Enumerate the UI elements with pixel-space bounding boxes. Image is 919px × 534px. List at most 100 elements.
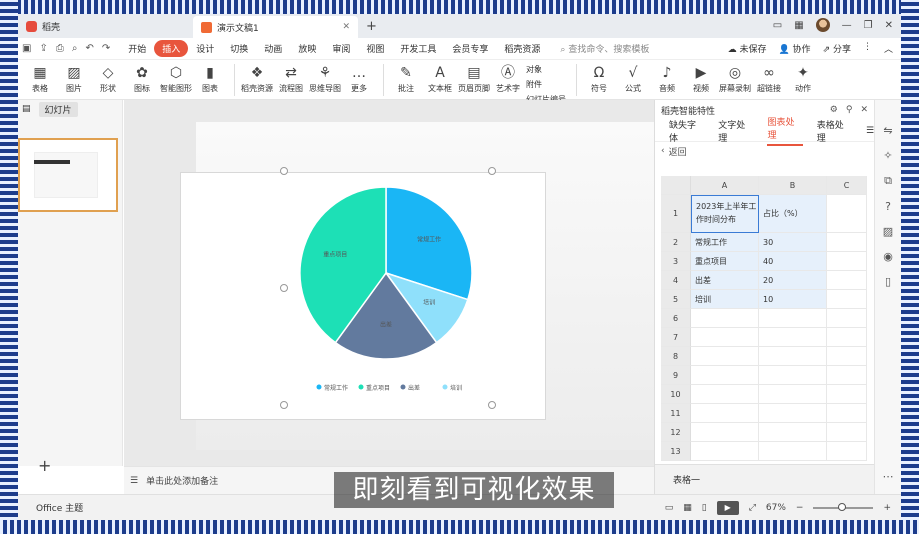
column-header[interactable]: A bbox=[691, 176, 759, 195]
close-window-icon[interactable]: ✕ bbox=[885, 20, 893, 31]
print-icon[interactable]: ⎙ bbox=[56, 43, 64, 54]
cell-b[interactable]: 占比（%） bbox=[759, 195, 827, 233]
close-tab-icon[interactable]: ✕ bbox=[342, 22, 350, 32]
cell-a[interactable]: 常规工作 bbox=[691, 233, 759, 252]
ribbon-button-more[interactable]: … 更多 bbox=[343, 60, 375, 94]
data-sheet[interactable]: A B C 1 2023年上半年工作时间分布 占比（%） 2 常规工作 30 3 重点项目 40 4 出差… bbox=[661, 176, 875, 461]
row-header[interactable]: 2 bbox=[661, 233, 691, 252]
zoom-in-icon[interactable]: + bbox=[883, 503, 891, 513]
animation-icon[interactable]: ✧ bbox=[883, 149, 892, 162]
menu-icon[interactable]: ☰ bbox=[866, 126, 874, 136]
cell-b[interactable]: 40 bbox=[759, 252, 827, 271]
resize-handle[interactable] bbox=[488, 167, 496, 175]
export-icon[interactable]: ⇪ bbox=[39, 43, 47, 54]
minimize-icon[interactable]: — bbox=[842, 20, 852, 31]
resize-handle[interactable] bbox=[280, 401, 288, 409]
cell-c[interactable] bbox=[827, 252, 867, 271]
ribbon-button-comment[interactable]: ✎ 批注 bbox=[390, 60, 422, 94]
cell-a[interactable] bbox=[691, 347, 759, 366]
unsaved-status[interactable]: ☁ 未保存 bbox=[728, 42, 767, 55]
ribbon-button-textbox[interactable]: A 文本框 bbox=[424, 60, 456, 94]
cell-b[interactable]: 20 bbox=[759, 271, 827, 290]
ribbon-button-action[interactable]: ✦ 动作 bbox=[787, 60, 819, 94]
cell-c[interactable] bbox=[827, 385, 867, 404]
redo-icon[interactable]: ↷ bbox=[102, 43, 110, 54]
cell-a[interactable] bbox=[691, 442, 759, 461]
cell-a[interactable]: 2023年上半年工作时间分布 bbox=[691, 195, 759, 233]
resize-handle[interactable] bbox=[488, 401, 496, 409]
cell-c[interactable] bbox=[827, 328, 867, 347]
cell-c[interactable] bbox=[827, 442, 867, 461]
menu-design[interactable]: 设计 bbox=[188, 40, 222, 57]
menu-animation[interactable]: 动画 bbox=[256, 40, 290, 57]
add-slide-button[interactable]: + bbox=[38, 456, 51, 475]
cell-b[interactable] bbox=[759, 309, 827, 328]
ribbon-button-formula[interactable]: √ 公式 bbox=[617, 60, 649, 94]
book-icon[interactable]: ▯ bbox=[885, 275, 891, 288]
cell-b[interactable] bbox=[759, 423, 827, 442]
tab-slides[interactable]: 幻灯片 bbox=[38, 101, 78, 117]
properties-icon[interactable]: ⇋ bbox=[883, 124, 892, 137]
row-header[interactable]: 6 bbox=[661, 309, 691, 328]
back-link[interactable]: ‹ 返回 bbox=[655, 142, 874, 160]
theme-label[interactable]: Office 主题 bbox=[36, 501, 83, 514]
cell-a[interactable] bbox=[691, 309, 759, 328]
row-header[interactable]: 11 bbox=[661, 404, 691, 423]
row-header[interactable]: 9 bbox=[661, 366, 691, 385]
more-menu-icon[interactable]: ⋮ bbox=[863, 42, 872, 55]
transition-icon[interactable]: ⧉ bbox=[884, 174, 892, 188]
zoom-knob[interactable] bbox=[837, 502, 846, 511]
menu-home[interactable]: 开始 bbox=[120, 40, 154, 57]
sheet-tab[interactable]: 表格一 bbox=[673, 473, 700, 486]
ribbon-button-chart[interactable]: ▮ 图表 bbox=[194, 60, 226, 94]
cell-a[interactable]: 重点项目 bbox=[691, 252, 759, 271]
cell-b[interactable] bbox=[759, 404, 827, 423]
menu-transition[interactable]: 切换 bbox=[222, 40, 256, 57]
more-rail-icon[interactable]: ⋯ bbox=[883, 470, 894, 483]
ribbon-button-icons[interactable]: ✿ 图标 bbox=[126, 60, 158, 94]
cell-c[interactable] bbox=[827, 195, 867, 233]
cell-a[interactable]: 培训 bbox=[691, 290, 759, 309]
chart-object[interactable]: 常规工作 培训 出差 重点项目 常规工作 重点项目 出差 培训 bbox=[180, 172, 546, 420]
restore-icon[interactable]: ❐ bbox=[864, 20, 873, 31]
normal-view-icon[interactable]: ▭ bbox=[665, 503, 674, 513]
avatar[interactable] bbox=[815, 18, 830, 32]
column-header[interactable]: C bbox=[827, 176, 867, 195]
ribbon-button-shape[interactable]: ◇ 形状 bbox=[92, 60, 124, 94]
ribbon-button-mindmap[interactable]: ⚘ 思维导图 bbox=[309, 60, 341, 94]
ribbon-button-flowchart[interactable]: ⇄ 流程图 bbox=[275, 60, 307, 94]
cell-b[interactable] bbox=[759, 328, 827, 347]
ribbon-button-table[interactable]: ▦ 表格 bbox=[24, 60, 56, 94]
tab-text-processing[interactable]: 文字处理 bbox=[718, 118, 753, 144]
ribbon-button-audio[interactable]: ♪ 音频 bbox=[651, 60, 683, 94]
search-box[interactable]: ⌕ 查找命令、搜索模板 bbox=[560, 42, 649, 55]
zoom-slider[interactable] bbox=[813, 502, 874, 511]
column-header[interactable]: B bbox=[759, 176, 827, 195]
cell-b[interactable]: 30 bbox=[759, 233, 827, 252]
new-tab-button[interactable]: + bbox=[366, 19, 377, 34]
ribbon-button-image[interactable]: ▨ 图片 bbox=[58, 60, 90, 94]
row-header[interactable]: 7 bbox=[661, 328, 691, 347]
cell-c[interactable] bbox=[827, 290, 867, 309]
row-header[interactable]: 12 bbox=[661, 423, 691, 442]
cell-c[interactable] bbox=[827, 271, 867, 290]
ribbon-button-link[interactable]: ∞ 超链接 bbox=[753, 60, 785, 94]
cell-a[interactable] bbox=[691, 366, 759, 385]
ribbon-small-button[interactable]: 对象 bbox=[526, 64, 566, 75]
cell-b[interactable]: 10 bbox=[759, 290, 827, 309]
ribbon-button-wordart[interactable]: Ⓐ 艺术字 bbox=[492, 60, 524, 94]
menu-review[interactable]: 审阅 bbox=[324, 40, 358, 57]
zoom-value[interactable]: 67% bbox=[766, 503, 786, 513]
collapse-ribbon-icon[interactable]: ︿ bbox=[884, 42, 893, 55]
cell-c[interactable] bbox=[827, 347, 867, 366]
cell-a[interactable]: 出差 bbox=[691, 271, 759, 290]
menu-resources[interactable]: 稻壳资源 bbox=[496, 40, 548, 57]
tab-document[interactable]: 演示文稿1 ✕ bbox=[193, 16, 358, 38]
row-header[interactable]: 13 bbox=[661, 442, 691, 461]
resize-handle[interactable] bbox=[280, 167, 288, 175]
row-header[interactable]: 5 bbox=[661, 290, 691, 309]
cell-b[interactable] bbox=[759, 347, 827, 366]
cell-c[interactable] bbox=[827, 366, 867, 385]
settings-icon[interactable]: ⚙ bbox=[830, 105, 838, 115]
corner-cell[interactable] bbox=[661, 176, 691, 195]
